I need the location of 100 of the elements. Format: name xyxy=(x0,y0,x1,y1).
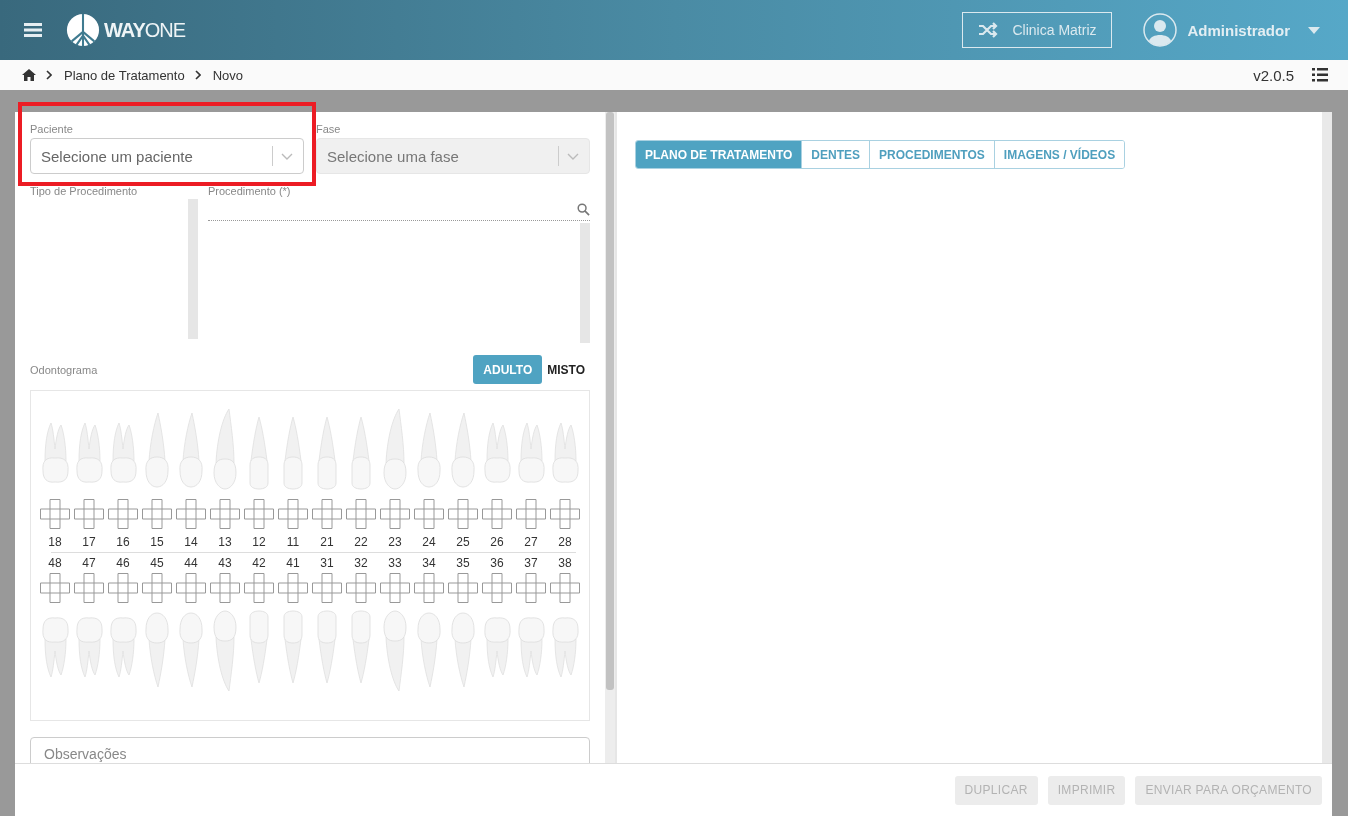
notes-field[interactable]: Observações xyxy=(30,737,590,763)
tooth-drawing[interactable] xyxy=(518,617,545,678)
tooth-surface-icon[interactable] xyxy=(380,499,410,529)
tooth-surface-icon[interactable] xyxy=(516,573,546,603)
tooth-drawing[interactable] xyxy=(383,610,407,692)
breadcrumb-item[interactable]: Plano de Tratamento xyxy=(64,67,185,83)
tooth-number: 14 xyxy=(184,534,198,551)
tooth-drawing[interactable] xyxy=(518,422,545,483)
list-icon[interactable] xyxy=(1312,68,1328,82)
tooth-drawing[interactable] xyxy=(417,612,441,688)
tooth-surface-icon[interactable] xyxy=(108,573,138,603)
section-label: Odontograma xyxy=(30,362,98,377)
tooth-drawing[interactable] xyxy=(42,617,69,678)
chevron-icon xyxy=(281,152,293,160)
tooth-drawing[interactable] xyxy=(213,610,237,692)
tooth-drawing[interactable] xyxy=(317,610,337,684)
tooth-surface-icon[interactable] xyxy=(176,499,206,529)
menu-icon[interactable] xyxy=(24,23,42,37)
tooth-drawing[interactable] xyxy=(76,422,103,483)
tooth-drawing[interactable] xyxy=(145,412,169,488)
tooth-surface-icon[interactable] xyxy=(278,499,308,529)
tooth-surface-icon[interactable] xyxy=(346,573,376,603)
field-label: Paciente xyxy=(30,122,74,136)
tooth-surface-icon[interactable] xyxy=(210,573,240,603)
scrollbar[interactable] xyxy=(188,199,198,339)
tooth-drawing[interactable] xyxy=(317,416,337,490)
tooth-surface-icon[interactable] xyxy=(516,499,546,529)
tooth-drawing[interactable] xyxy=(552,617,579,678)
tooth-surface-icon[interactable] xyxy=(176,573,206,603)
tooth-surface-icon[interactable] xyxy=(244,573,274,603)
tooth-number: 45 xyxy=(150,555,164,572)
tooth-surface-icon[interactable] xyxy=(346,499,376,529)
field-label: Fase xyxy=(316,122,342,136)
tooth-surface-icon[interactable] xyxy=(210,499,240,529)
tooth-drawing[interactable] xyxy=(552,422,579,483)
scrollbar-thumb[interactable] xyxy=(606,112,614,690)
tooth-surface-icon[interactable] xyxy=(482,499,512,529)
user-name[interactable]: Administrador xyxy=(1187,21,1290,39)
tooth-drawing[interactable] xyxy=(417,412,441,488)
tooth-drawing[interactable] xyxy=(484,617,511,678)
tooth-drawing[interactable] xyxy=(351,416,371,490)
chevron-icon xyxy=(194,70,201,80)
tooth-surface-icon[interactable] xyxy=(550,499,580,529)
field-label: Tipo de Procedimento xyxy=(30,184,139,198)
tooth-surface-icon[interactable] xyxy=(550,573,580,603)
clinic-button[interactable]: Clinica Matriz xyxy=(962,12,1113,48)
tooth-surface-icon[interactable] xyxy=(312,573,342,603)
tooth-drawing[interactable] xyxy=(179,612,203,688)
tooth-surface-icon[interactable] xyxy=(448,573,478,603)
tooth-number: 42 xyxy=(252,555,266,572)
tooth-drawing[interactable] xyxy=(351,610,371,684)
select-field[interactable]: Selecione um paciente xyxy=(30,138,304,174)
tab[interactable]: IMAGENS / VÍDEOS xyxy=(993,141,1125,168)
home-icon[interactable] xyxy=(22,69,36,81)
tooth-surface-icon[interactable] xyxy=(278,573,308,603)
tooth-drawing[interactable] xyxy=(110,422,137,483)
scrollbar[interactable] xyxy=(1322,112,1332,763)
tooth-drawing[interactable] xyxy=(249,416,269,490)
tooth-drawing[interactable] xyxy=(213,408,237,490)
tooth-drawing[interactable] xyxy=(383,408,407,490)
scrollbar[interactable] xyxy=(580,223,590,343)
tooth-surface-icon[interactable] xyxy=(312,499,342,529)
tooth-surface-icon[interactable] xyxy=(448,499,478,529)
tooth-drawing[interactable] xyxy=(283,610,303,684)
tooth-surface-icon[interactable] xyxy=(40,573,70,603)
tooth-surface-icon[interactable] xyxy=(142,573,172,603)
tooth-surface-icon[interactable] xyxy=(142,499,172,529)
avatar-icon[interactable] xyxy=(1143,13,1178,47)
tooth-drawing[interactable] xyxy=(145,612,169,688)
tooth-surface-icon[interactable] xyxy=(74,499,104,529)
logo-icon xyxy=(66,13,100,47)
tooth-surface-icon[interactable] xyxy=(482,573,512,603)
tooth-number: 15 xyxy=(150,534,164,551)
tooth-surface-icon[interactable] xyxy=(380,573,410,603)
tooth-surface-icon[interactable] xyxy=(108,499,138,529)
tooth-drawing[interactable] xyxy=(42,422,69,483)
tooth-surface-icon[interactable] xyxy=(40,499,70,529)
tooth-number: 11 xyxy=(286,534,300,551)
tooth-drawing[interactable] xyxy=(110,617,137,678)
tooth-surface-icon[interactable] xyxy=(244,499,274,529)
tooth-drawing[interactable] xyxy=(451,612,475,688)
tooth-number: 16 xyxy=(116,534,130,551)
caret-icon[interactable] xyxy=(1308,26,1320,34)
mode-toggle[interactable]: ADULTO xyxy=(473,355,543,384)
tooth-drawing[interactable] xyxy=(283,416,303,490)
tooth-number: 24 xyxy=(422,534,436,551)
tooth-surface-icon[interactable] xyxy=(414,499,444,529)
tooth-number: 31 xyxy=(320,555,334,572)
tooth-drawing[interactable] xyxy=(451,412,475,488)
tab[interactable]: PLANO DE TRATAMENTO xyxy=(636,141,802,168)
tooth-drawing[interactable] xyxy=(249,610,269,684)
tooth-number: 12 xyxy=(252,534,266,551)
tooth-number: 48 xyxy=(48,555,62,572)
tooth-drawing[interactable] xyxy=(484,422,511,483)
mode-toggle[interactable]: MISTO xyxy=(542,355,590,384)
tooth-surface-icon[interactable] xyxy=(74,573,104,603)
tooth-surface-icon[interactable] xyxy=(414,573,444,603)
tooth-drawing[interactable] xyxy=(76,617,103,678)
tooth-drawing[interactable] xyxy=(179,412,203,488)
tooth-number: 18 xyxy=(48,534,62,551)
